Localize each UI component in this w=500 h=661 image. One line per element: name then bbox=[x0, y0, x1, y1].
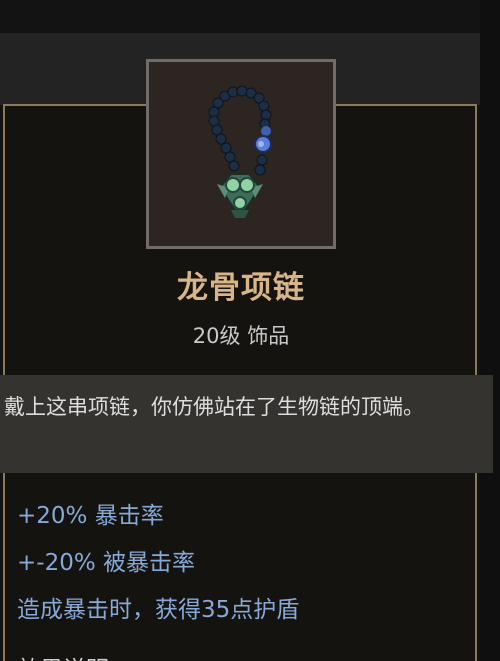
flavor-text-box: 戴上这串项链，你仿佛站在了生物链的顶端。 bbox=[0, 375, 493, 473]
stat-crit-taken: +-20% 被暴击率 bbox=[17, 550, 196, 576]
next-section-heading: 效果说明 bbox=[17, 650, 109, 661]
item-tooltip-screen: 龙骨项链 20级 饰品 戴上这串项链，你仿佛站在了生物链的顶端。 +20% 暴击… bbox=[0, 0, 500, 661]
stat-crit-rate: +20% 暴击率 bbox=[17, 503, 164, 529]
bone-necklace-icon bbox=[208, 85, 272, 218]
screen-edge bbox=[480, 0, 500, 661]
stat-crit-shield: 造成暴击时，获得35点护盾 bbox=[17, 597, 300, 623]
flavor-text: 戴上这串项链，你仿佛站在了生物链的顶端。 bbox=[4, 395, 424, 419]
item-name: 龙骨项链 bbox=[177, 270, 305, 306]
item-icon-frame bbox=[146, 59, 336, 249]
item-level-type: 20级 饰品 bbox=[192, 324, 290, 348]
item-stats-list: +20% 暴击率 +-20% 被暴击率 造成暴击时，获得35点护盾 bbox=[17, 500, 457, 641]
